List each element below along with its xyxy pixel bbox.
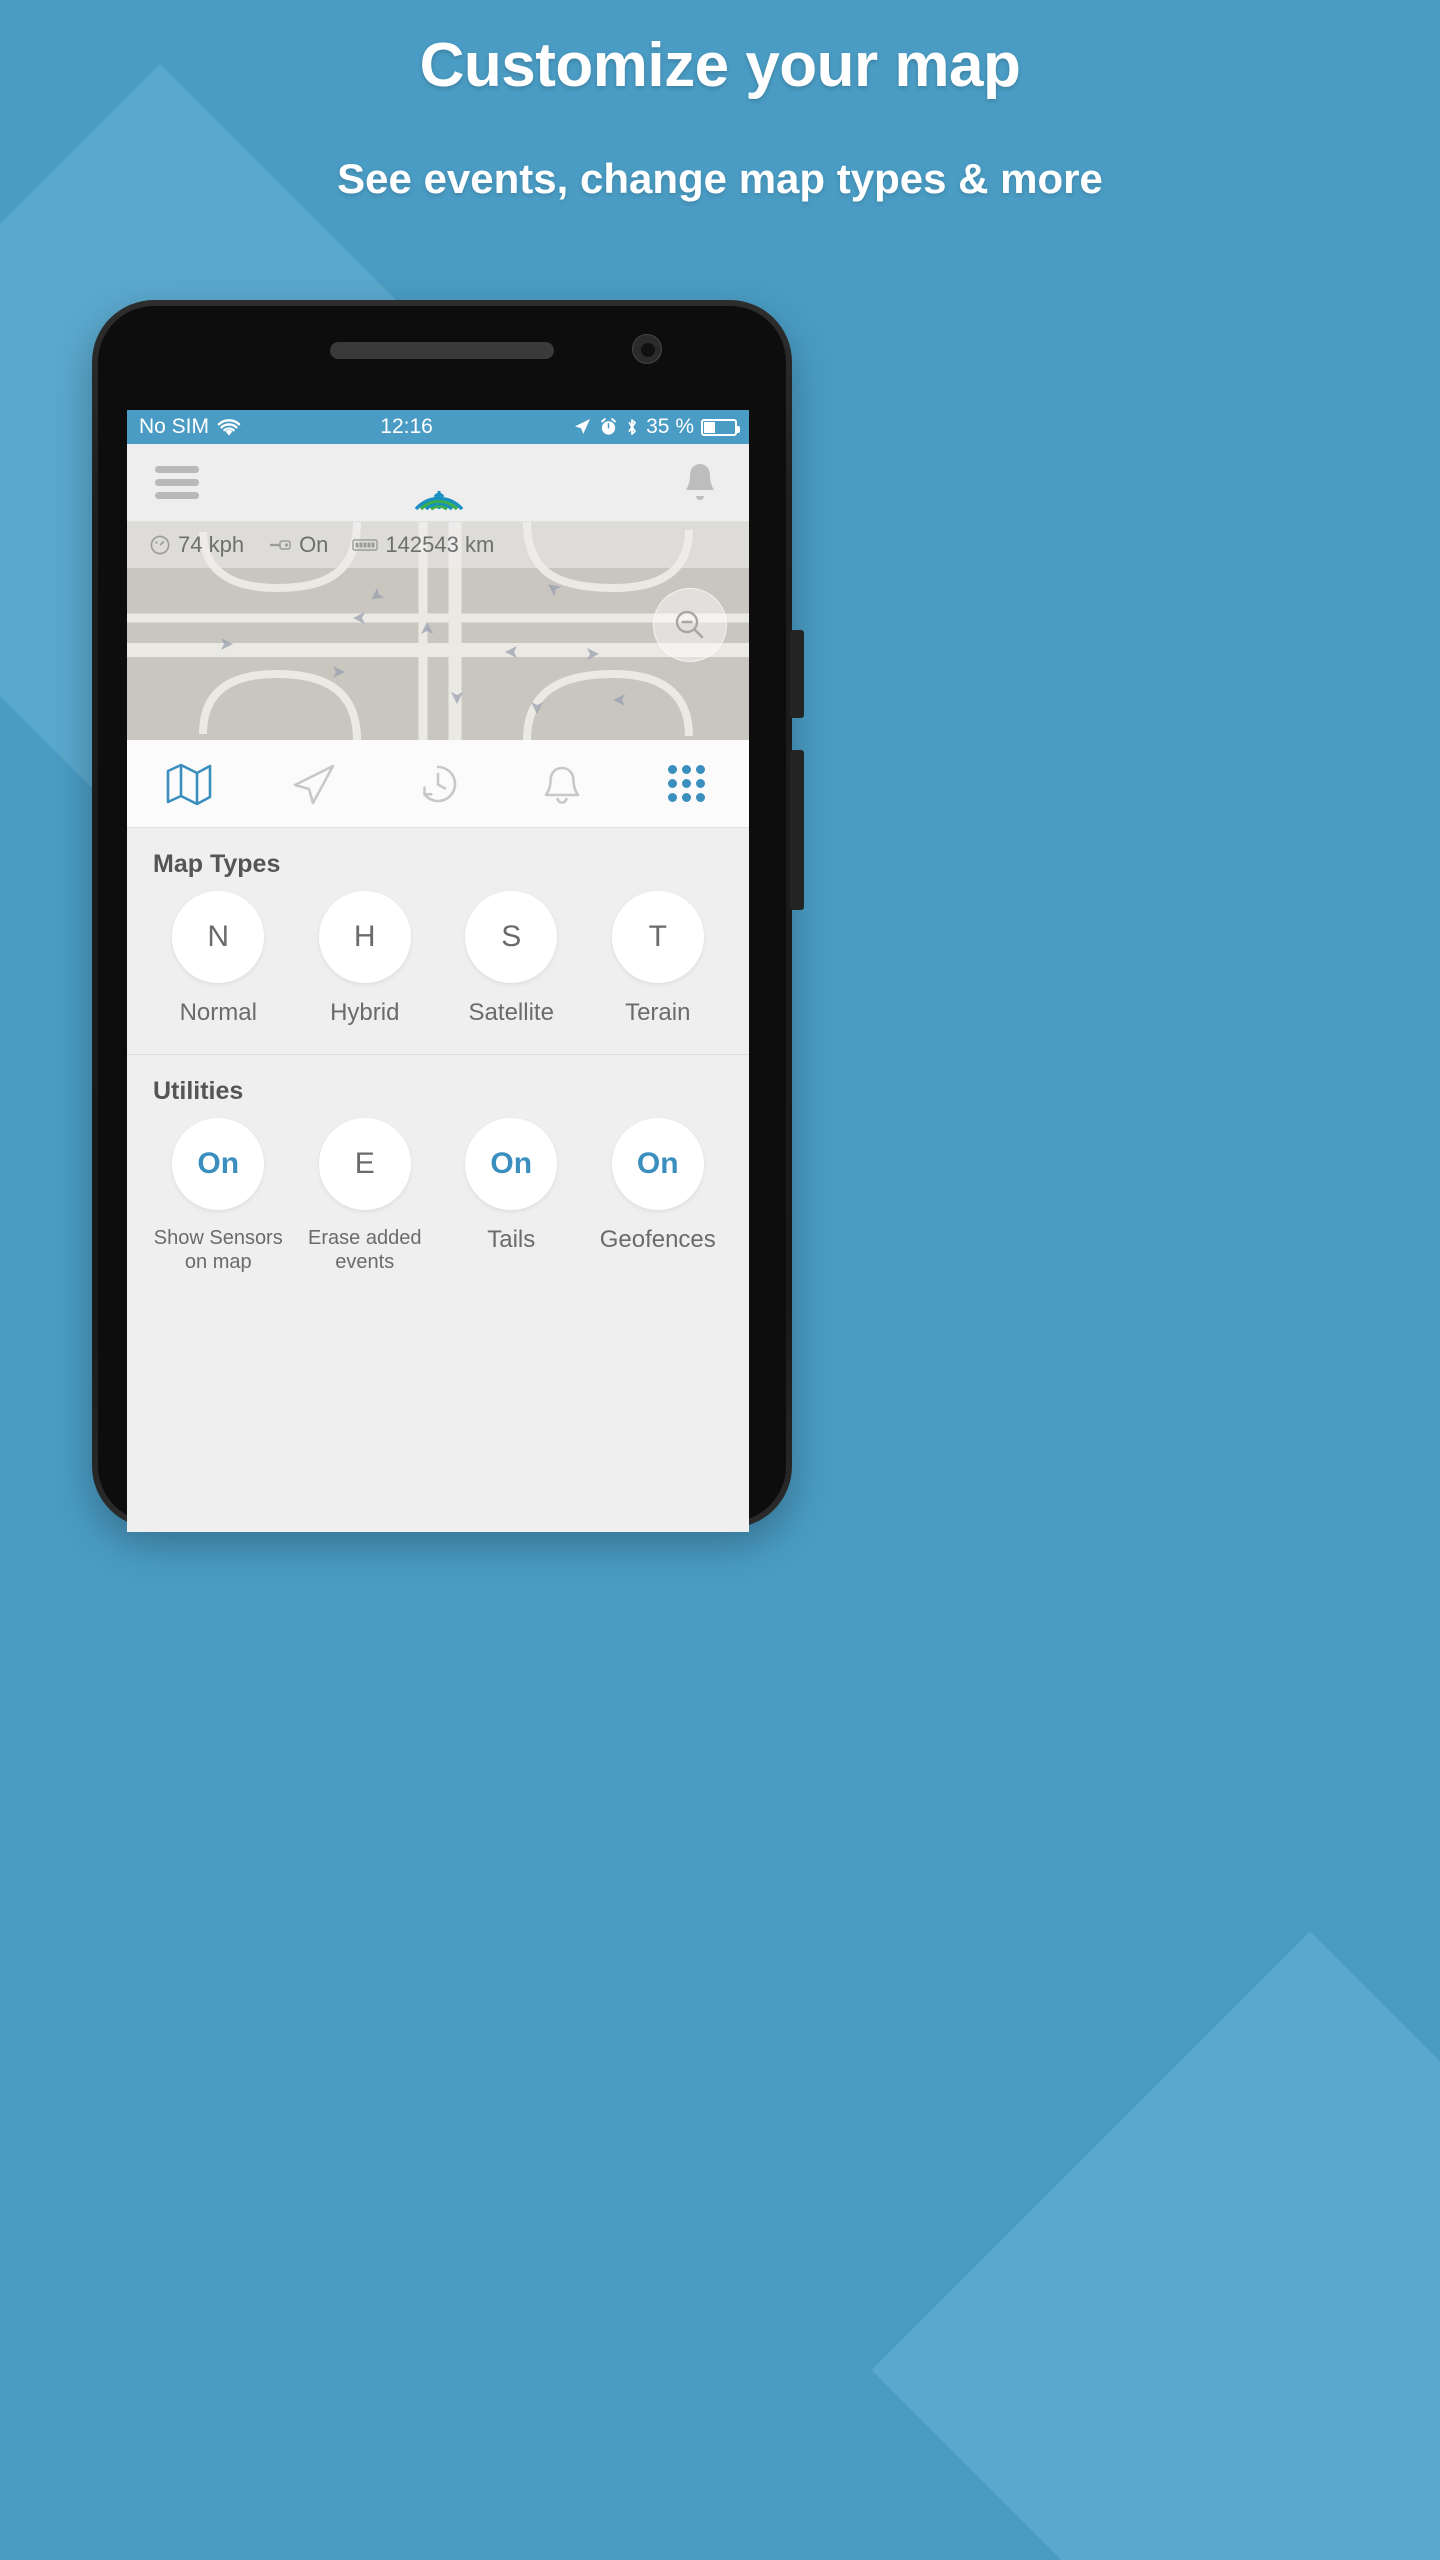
location-arrow-icon — [575, 419, 591, 434]
decorative-wedge-bottom-right — [871, 1931, 1440, 2560]
key-icon — [270, 540, 291, 550]
map-view[interactable]: 74 kph On 142543 km — [127, 522, 749, 740]
speedometer-icon — [150, 535, 170, 555]
power-button[interactable] — [790, 630, 804, 718]
app-bar — [127, 444, 749, 522]
hamburger-bar — [155, 479, 199, 486]
alarm-clock-icon — [601, 418, 617, 435]
map-type-label: Hybrid — [330, 999, 400, 1026]
zoom-out-button[interactable] — [653, 588, 727, 662]
phone-screen: No SIM 12:16 35 % 74 kph On 142543 km Ma… — [127, 410, 749, 1532]
hamburger-bar — [155, 492, 199, 499]
promo-title: Customize your map — [419, 31, 1021, 100]
vehicle-info-bar: 74 kph On 142543 km — [127, 522, 749, 568]
section-map-types: Map Types N Normal H Hybrid S Satellite — [127, 828, 749, 1054]
map-types-grid: N Normal H Hybrid S Satellite T Terain — [127, 885, 749, 1054]
ignition-value: On — [299, 532, 329, 557]
map-type-hybrid[interactable]: H Hybrid — [292, 891, 439, 1028]
map-type-terain[interactable]: T Terain — [585, 891, 732, 1028]
map-type-badge: T — [611, 891, 704, 983]
utility-label: Show Sensors on map — [153, 1226, 283, 1273]
tab-map[interactable] — [127, 740, 251, 827]
volume-button[interactable] — [790, 750, 804, 910]
promo-backdrop: Customize your map See events, change ma… — [0, 0, 1440, 2560]
utility-label: Erase added events — [308, 1226, 422, 1273]
utility-badge: On — [611, 1117, 704, 1210]
map-type-satellite[interactable]: S Satellite — [438, 891, 585, 1028]
map-type-label: Satellite — [468, 999, 554, 1026]
battery-fill — [704, 421, 716, 433]
utility-badge: E — [318, 1117, 411, 1210]
odometer-icon — [352, 539, 379, 551]
hamburger-bar — [155, 466, 199, 473]
phone-mockup: No SIM 12:16 35 % 74 kph On 142543 km Ma… — [92, 300, 804, 1532]
section-title: Map Types — [153, 850, 281, 878]
status-bar-right: 35 % — [572, 415, 740, 439]
odometer-readout: 142543 km — [352, 532, 494, 558]
utility-geofences[interactable]: On Geofences — [585, 1117, 732, 1274]
tab-live[interactable] — [251, 740, 375, 827]
utilities-grid: On Show Sensors on map E Erase added eve… — [127, 1112, 749, 1300]
clock-history-icon — [423, 765, 457, 802]
utility-badge: On — [172, 1117, 265, 1210]
map-type-label: Terain — [625, 999, 691, 1026]
map-type-badge: H — [318, 891, 411, 983]
radar-logo-icon — [414, 490, 464, 510]
map-icon — [166, 763, 212, 805]
bluetooth-icon — [628, 419, 637, 435]
utility-label: Tails — [487, 1225, 536, 1253]
status-bar: No SIM 12:16 35 % — [127, 410, 749, 444]
promo-subtitle: See events, change map types & more — [337, 155, 1103, 202]
ignition-readout: On — [268, 532, 328, 558]
bell-icon[interactable] — [679, 460, 721, 506]
utility-badge: On — [465, 1117, 558, 1210]
utility-erase-events[interactable]: E Erase added events — [292, 1117, 439, 1274]
section-title: Utilities — [153, 1076, 244, 1105]
battery-icon — [701, 418, 740, 436]
map-type-normal[interactable]: N Normal — [145, 891, 292, 1028]
front-camera — [632, 334, 662, 364]
map-type-badge: N — [172, 891, 265, 983]
wifi-icon — [217, 418, 241, 435]
hamburger-menu-icon[interactable] — [155, 460, 199, 505]
tab-more[interactable] — [625, 740, 749, 827]
speed-value: 74 kph — [178, 532, 245, 557]
utility-label: Geofences — [599, 1225, 716, 1253]
map-type-label: Normal — [179, 999, 257, 1026]
tab-history[interactable] — [376, 740, 500, 827]
utility-tails[interactable]: On Tails — [438, 1117, 585, 1274]
utility-show-sensors[interactable]: On Show Sensors on map — [145, 1117, 292, 1274]
carrier-label: No SIM — [139, 415, 210, 438]
magnifier-minus-icon — [675, 610, 704, 639]
paper-plane-icon — [293, 764, 334, 804]
status-bar-clock: 12:16 — [380, 415, 433, 438]
tab-alerts[interactable] — [500, 740, 624, 827]
bell-icon — [545, 766, 580, 804]
grid-dots-icon — [668, 765, 706, 802]
battery-percent-label: 35 % — [646, 415, 694, 438]
earpiece-speaker — [330, 342, 554, 359]
section-utilities: Utilities On Show Sensors on map E Erase… — [127, 1053, 749, 1300]
status-bar-left: No SIM — [139, 415, 241, 439]
odometer-value: 142543 km — [385, 532, 495, 557]
map-type-badge: S — [465, 891, 558, 983]
bottom-tab-bar — [127, 740, 749, 828]
speed-readout: 74 kph — [149, 532, 244, 558]
content-filler — [127, 1299, 749, 1532]
